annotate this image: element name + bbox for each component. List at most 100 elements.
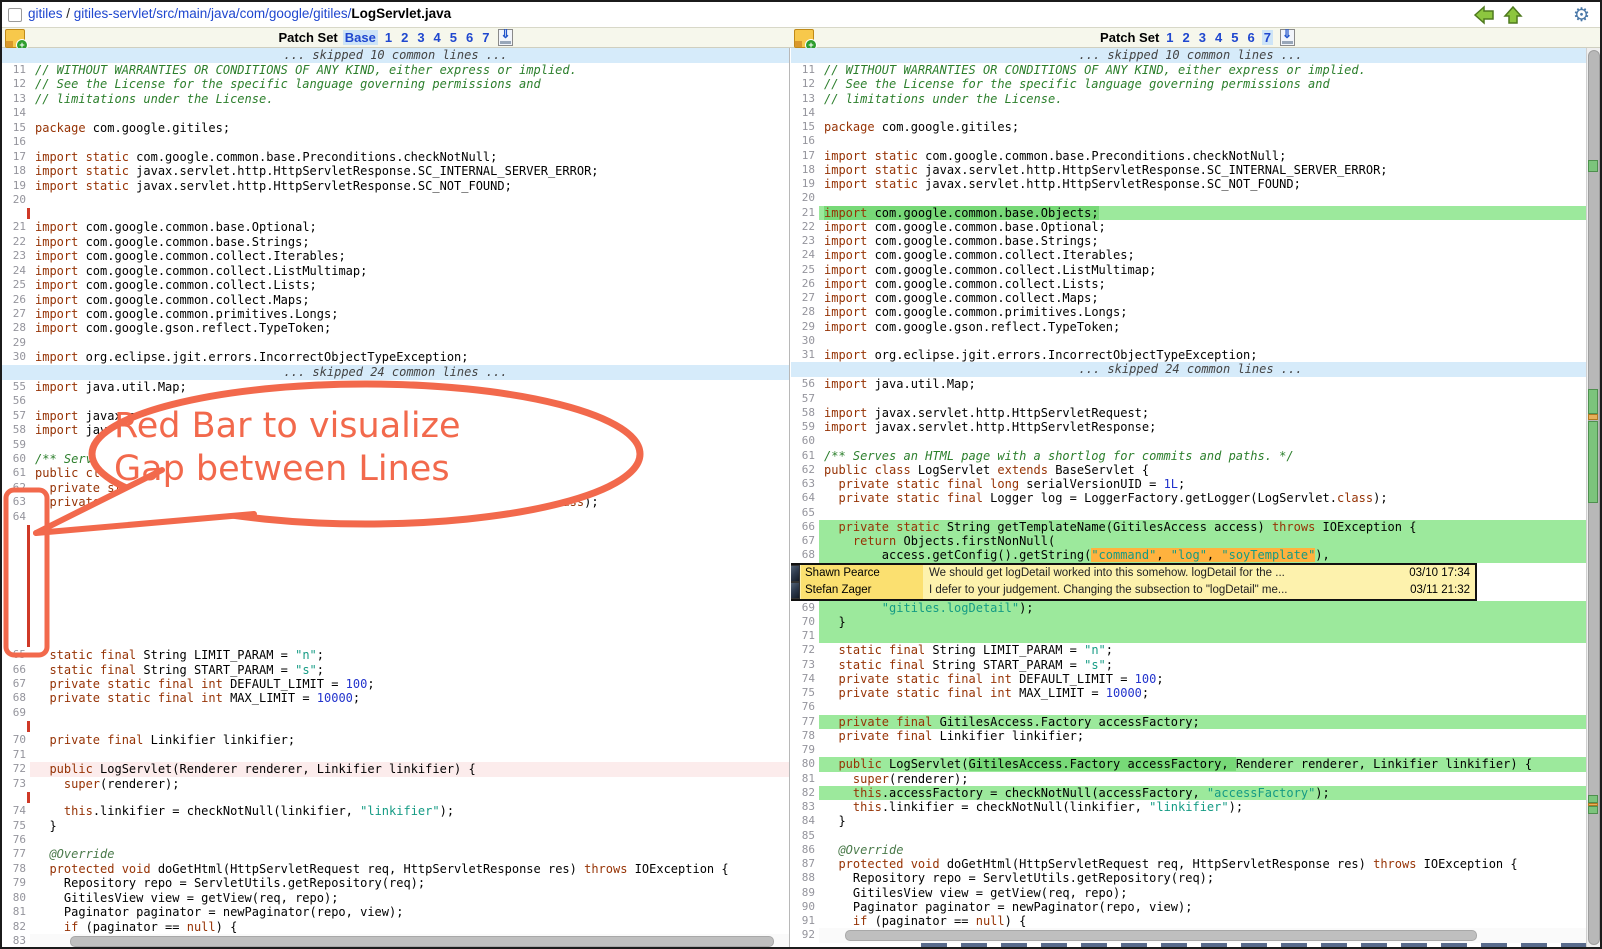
line-number[interactable]: 11 (791, 63, 819, 77)
line-number[interactable]: 16 (2, 135, 30, 149)
line-number[interactable]: 65 (791, 506, 819, 520)
line-number[interactable]: 22 (791, 220, 819, 234)
line-number[interactable]: 63 (2, 495, 30, 509)
line-number[interactable]: 85 (791, 829, 819, 843)
line-number[interactable]: 83 (2, 934, 30, 947)
line-number[interactable]: 27 (2, 307, 30, 321)
line-number[interactable]: 19 (2, 179, 30, 193)
line-number[interactable]: 66 (791, 520, 819, 534)
patchset-link-3[interactable]: 3 (1197, 30, 1208, 45)
line-number[interactable]: 22 (2, 235, 30, 249)
inline-comment-thread[interactable]: Shawn PearceWe should get logDetail work… (791, 563, 1477, 601)
skipped-lines-banner[interactable]: ... skipped 10 common lines ... (2, 48, 789, 63)
skipped-lines-banner[interactable]: ... skipped 10 common lines ... (791, 48, 1590, 63)
line-number[interactable]: 74 (791, 672, 819, 686)
line-number[interactable]: 70 (2, 733, 30, 747)
line-number[interactable]: 76 (791, 700, 819, 714)
line-number[interactable]: 55 (2, 380, 30, 394)
horizontal-scrollbar-thumb[interactable] (845, 930, 1477, 941)
line-number[interactable]: 77 (2, 847, 30, 861)
line-number[interactable]: 59 (791, 420, 819, 434)
line-number[interactable]: 20 (791, 191, 819, 205)
line-number[interactable]: 29 (2, 336, 30, 350)
line-number[interactable]: 56 (2, 394, 30, 408)
line-number[interactable]: 13 (791, 92, 819, 106)
line-number[interactable]: 30 (2, 350, 30, 364)
patchset-link-1[interactable]: 1 (383, 30, 394, 45)
line-number[interactable]: 64 (2, 510, 30, 524)
line-number[interactable]: 62 (791, 463, 819, 477)
line-number[interactable]: 12 (2, 77, 30, 91)
line-number[interactable]: 30 (791, 334, 819, 348)
line-number[interactable]: 72 (2, 762, 30, 776)
line-number[interactable]: 27 (791, 291, 819, 305)
line-number[interactable]: 89 (791, 886, 819, 900)
vertical-scrollbar[interactable] (1586, 48, 1600, 947)
line-number[interactable]: 68 (791, 548, 819, 562)
line-number[interactable]: 60 (791, 434, 819, 448)
line-number[interactable]: 25 (791, 263, 819, 277)
line-number[interactable]: 58 (2, 423, 30, 437)
download-patch-icon[interactable] (1280, 29, 1295, 46)
line-number[interactable]: 78 (791, 729, 819, 743)
horizontal-scrollbar[interactable] (30, 934, 789, 947)
patchset-link-base[interactable]: Base (343, 30, 378, 45)
line-number[interactable]: 16 (791, 134, 819, 148)
line-number[interactable]: 75 (2, 819, 30, 833)
line-number[interactable]: 12 (791, 77, 819, 91)
line-number[interactable]: 82 (791, 786, 819, 800)
line-number[interactable]: 79 (2, 876, 30, 890)
up-to-change-icon[interactable] (1503, 5, 1523, 25)
line-number[interactable]: 81 (791, 772, 819, 786)
line-number[interactable]: 23 (2, 249, 30, 263)
line-number[interactable]: 73 (791, 658, 819, 672)
patchset-link-3[interactable]: 3 (415, 30, 426, 45)
line-number[interactable]: 28 (791, 305, 819, 319)
line-number[interactable]: 69 (791, 601, 819, 615)
comment-row[interactable]: Stefan ZagerI defer to your judgement. C… (791, 582, 1475, 599)
line-number[interactable]: 25 (2, 278, 30, 292)
line-number[interactable]: 18 (2, 164, 30, 178)
patchset-link-2[interactable]: 2 (1181, 30, 1192, 45)
settings-gear-icon[interactable]: ⚙ (1573, 6, 1590, 25)
line-number[interactable]: 69 (2, 706, 30, 720)
line-number[interactable]: 76 (2, 833, 30, 847)
line-number[interactable]: 80 (2, 891, 30, 905)
line-number[interactable]: 66 (2, 663, 30, 677)
line-number[interactable]: 11 (2, 63, 30, 77)
patchset-link-5[interactable]: 5 (448, 30, 459, 45)
line-number[interactable]: 61 (791, 449, 819, 463)
line-number[interactable]: 14 (2, 106, 30, 120)
line-number[interactable]: 71 (2, 748, 30, 762)
line-number[interactable]: 84 (791, 814, 819, 828)
line-number[interactable]: 57 (791, 392, 819, 406)
line-number[interactable]: 15 (2, 121, 30, 135)
breadcrumb-path-link[interactable]: gitiles-servlet/src/main/java/com/google… (74, 6, 352, 21)
horizontal-scrollbar-thumb[interactable] (70, 936, 774, 947)
line-number[interactable]: 60 (2, 452, 30, 466)
line-number[interactable]: 58 (791, 406, 819, 420)
line-number[interactable]: 28 (2, 321, 30, 335)
line-number[interactable]: 14 (791, 106, 819, 120)
line-number[interactable]: 62 (2, 481, 30, 495)
line-number[interactable]: 88 (791, 871, 819, 885)
line-number[interactable]: 90 (791, 900, 819, 914)
skipped-lines-banner[interactable]: ... skipped 24 common lines ... (791, 362, 1590, 377)
skipped-lines-banner[interactable]: ... skipped 24 common lines ... (2, 365, 789, 380)
line-number[interactable]: 91 (791, 914, 819, 928)
line-number[interactable]: 72 (791, 643, 819, 657)
line-number[interactable]: 64 (791, 491, 819, 505)
line-number[interactable]: 68 (2, 691, 30, 705)
line-number[interactable]: 70 (791, 615, 819, 629)
line-number[interactable]: 80 (791, 757, 819, 771)
download-patch-icon[interactable] (498, 29, 513, 46)
patchset-link-6[interactable]: 6 (464, 30, 475, 45)
line-number[interactable]: 24 (791, 248, 819, 262)
line-number[interactable]: 24 (2, 264, 30, 278)
patchset-link-4[interactable]: 4 (432, 30, 443, 45)
line-number[interactable]: 56 (791, 377, 819, 391)
patchset-link-7[interactable]: 7 (480, 30, 491, 45)
line-number[interactable]: 82 (2, 920, 30, 934)
line-number[interactable]: 77 (791, 715, 819, 729)
patchset-link-1[interactable]: 1 (1164, 30, 1175, 45)
